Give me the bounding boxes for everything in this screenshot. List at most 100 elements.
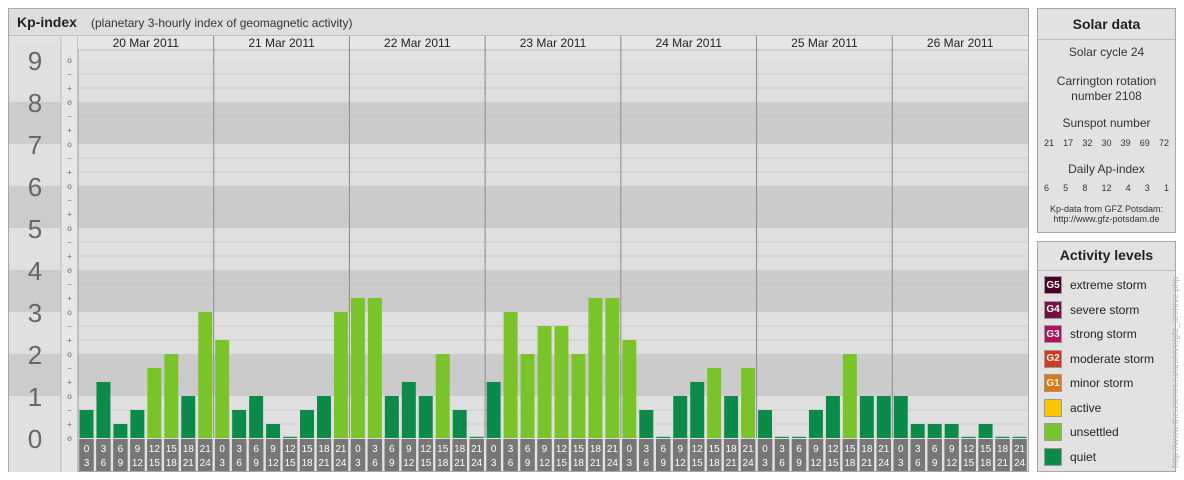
plot-band xyxy=(78,102,1028,144)
interval-start-label: 0 xyxy=(355,444,361,455)
kp-bar xyxy=(401,382,416,438)
minor-tick-plus: + xyxy=(67,210,72,219)
sunspot-value-4: 30 xyxy=(1101,138,1112,148)
minor-tick-minus: − xyxy=(67,154,72,163)
ap-value-5: 4 xyxy=(1125,183,1131,193)
plot-band xyxy=(78,228,1028,270)
minor-tick-plus: + xyxy=(67,378,72,387)
interval-start-label: 18 xyxy=(590,444,602,455)
kp-bar xyxy=(469,436,484,438)
kp-bar xyxy=(537,325,552,438)
ap-value-4: 12 xyxy=(1101,183,1112,193)
kp-bar xyxy=(707,367,722,438)
interval-end-label: 21 xyxy=(454,458,466,469)
interval-end-label: 12 xyxy=(675,458,687,469)
legend-item-extreme-storm: G5 extreme storm xyxy=(1044,275,1147,295)
interval-start-label: 21 xyxy=(471,444,483,455)
legend-swatch xyxy=(1044,423,1062,441)
kp-bar xyxy=(808,409,823,438)
kp-bar xyxy=(486,382,501,438)
kp-bar xyxy=(333,312,348,438)
kp-bar xyxy=(164,354,179,438)
ap-value-1: 6 xyxy=(1044,183,1050,193)
minor-tick-plus: + xyxy=(67,420,72,429)
legend-swatch: G3 xyxy=(1044,325,1062,343)
legend-item-severe-storm: G4 severe storm xyxy=(1044,300,1139,320)
legend-swatch: G4 xyxy=(1044,300,1062,319)
interval-start-label: 9 xyxy=(949,444,955,455)
kp-bar xyxy=(96,382,111,438)
legend-swatch: G5 xyxy=(1044,276,1062,294)
divider xyxy=(1038,39,1175,40)
interval-start-label: 6 xyxy=(525,444,531,455)
kp-bar xyxy=(893,396,908,438)
kp-bar xyxy=(758,409,773,438)
interval-start-label: 9 xyxy=(542,444,548,455)
plot-band xyxy=(78,270,1028,312)
interval-start-label: 21 xyxy=(878,444,890,455)
interval-end-label: 6 xyxy=(101,458,107,469)
ap-index-label: Daily Ap-index xyxy=(1068,162,1145,176)
interval-end-label: 6 xyxy=(508,458,514,469)
interval-start-label: 3 xyxy=(236,444,242,455)
y-tick-label: 1 xyxy=(28,382,42,412)
y-tick-label: 6 xyxy=(28,172,42,202)
minor-tick-minus: − xyxy=(67,364,72,373)
interval-end-label: 9 xyxy=(253,458,259,469)
legend-item-quiet: quiet xyxy=(1044,447,1096,467)
interval-end-label: 15 xyxy=(692,458,704,469)
minor-tick-o: o xyxy=(67,350,72,359)
kp-bar xyxy=(452,409,467,438)
kp-bar xyxy=(605,298,620,438)
source-link[interactable]: http://www.gfz-potsdam.de xyxy=(1038,214,1175,224)
kp-bar xyxy=(622,340,637,438)
interval-end-label: 24 xyxy=(878,458,890,469)
interval-start-label: 9 xyxy=(406,444,412,455)
interval-start-label: 15 xyxy=(980,444,992,455)
interval-start-label: 21 xyxy=(200,444,212,455)
kp-bar xyxy=(350,298,365,438)
interval-end-label: 15 xyxy=(556,458,568,469)
kp-bar xyxy=(384,396,399,438)
interval-end-label: 21 xyxy=(590,458,602,469)
interval-end-label: 9 xyxy=(796,458,802,469)
kp-bar xyxy=(656,436,671,438)
day-label: 26 Mar 2011 xyxy=(927,36,994,50)
interval-end-label: 24 xyxy=(743,458,755,469)
y-tick-label: 9 xyxy=(28,46,42,76)
interval-start-label: 3 xyxy=(508,444,514,455)
interval-start-label: 6 xyxy=(253,444,259,455)
minor-tick-minus: − xyxy=(67,196,72,205)
ap-value-6: 3 xyxy=(1144,183,1150,193)
sunspot-value-3: 32 xyxy=(1082,138,1093,148)
legend-label: extreme storm xyxy=(1070,278,1147,292)
interval-start-label: 12 xyxy=(963,444,975,455)
interval-start-label: 3 xyxy=(372,444,378,455)
legend-label: active xyxy=(1070,400,1102,415)
interval-end-label: 21 xyxy=(318,458,330,469)
interval-end-label: 24 xyxy=(335,458,347,469)
interval-start-label: 3 xyxy=(915,444,921,455)
minor-tick-plus: + xyxy=(67,126,72,135)
carrington-rotation-line1: Carrington rotation xyxy=(1056,74,1157,88)
interval-start-label: 0 xyxy=(491,444,497,455)
interval-start-label: 9 xyxy=(813,444,819,455)
interval-end-label: 3 xyxy=(219,458,225,469)
kp-bar xyxy=(435,354,450,438)
minor-tick-o: o xyxy=(67,308,72,317)
minor-tick-minus: − xyxy=(67,70,72,79)
interval-start-label: 18 xyxy=(861,444,873,455)
kp-bar xyxy=(113,424,128,438)
interval-start-label: 3 xyxy=(779,444,785,455)
interval-end-label: 9 xyxy=(932,458,938,469)
legend-item-active: active xyxy=(1044,398,1101,418)
interval-start-label: 21 xyxy=(1014,444,1026,455)
interval-start-label: 12 xyxy=(420,444,432,455)
interval-end-label: 21 xyxy=(861,458,873,469)
minor-tick-o: o xyxy=(67,224,72,233)
interval-end-label: 18 xyxy=(573,458,585,469)
interval-start-label: 15 xyxy=(166,444,178,455)
interval-start-label: 0 xyxy=(84,444,90,455)
interval-start-label: 15 xyxy=(709,444,721,455)
interval-end-label: 15 xyxy=(827,458,839,469)
